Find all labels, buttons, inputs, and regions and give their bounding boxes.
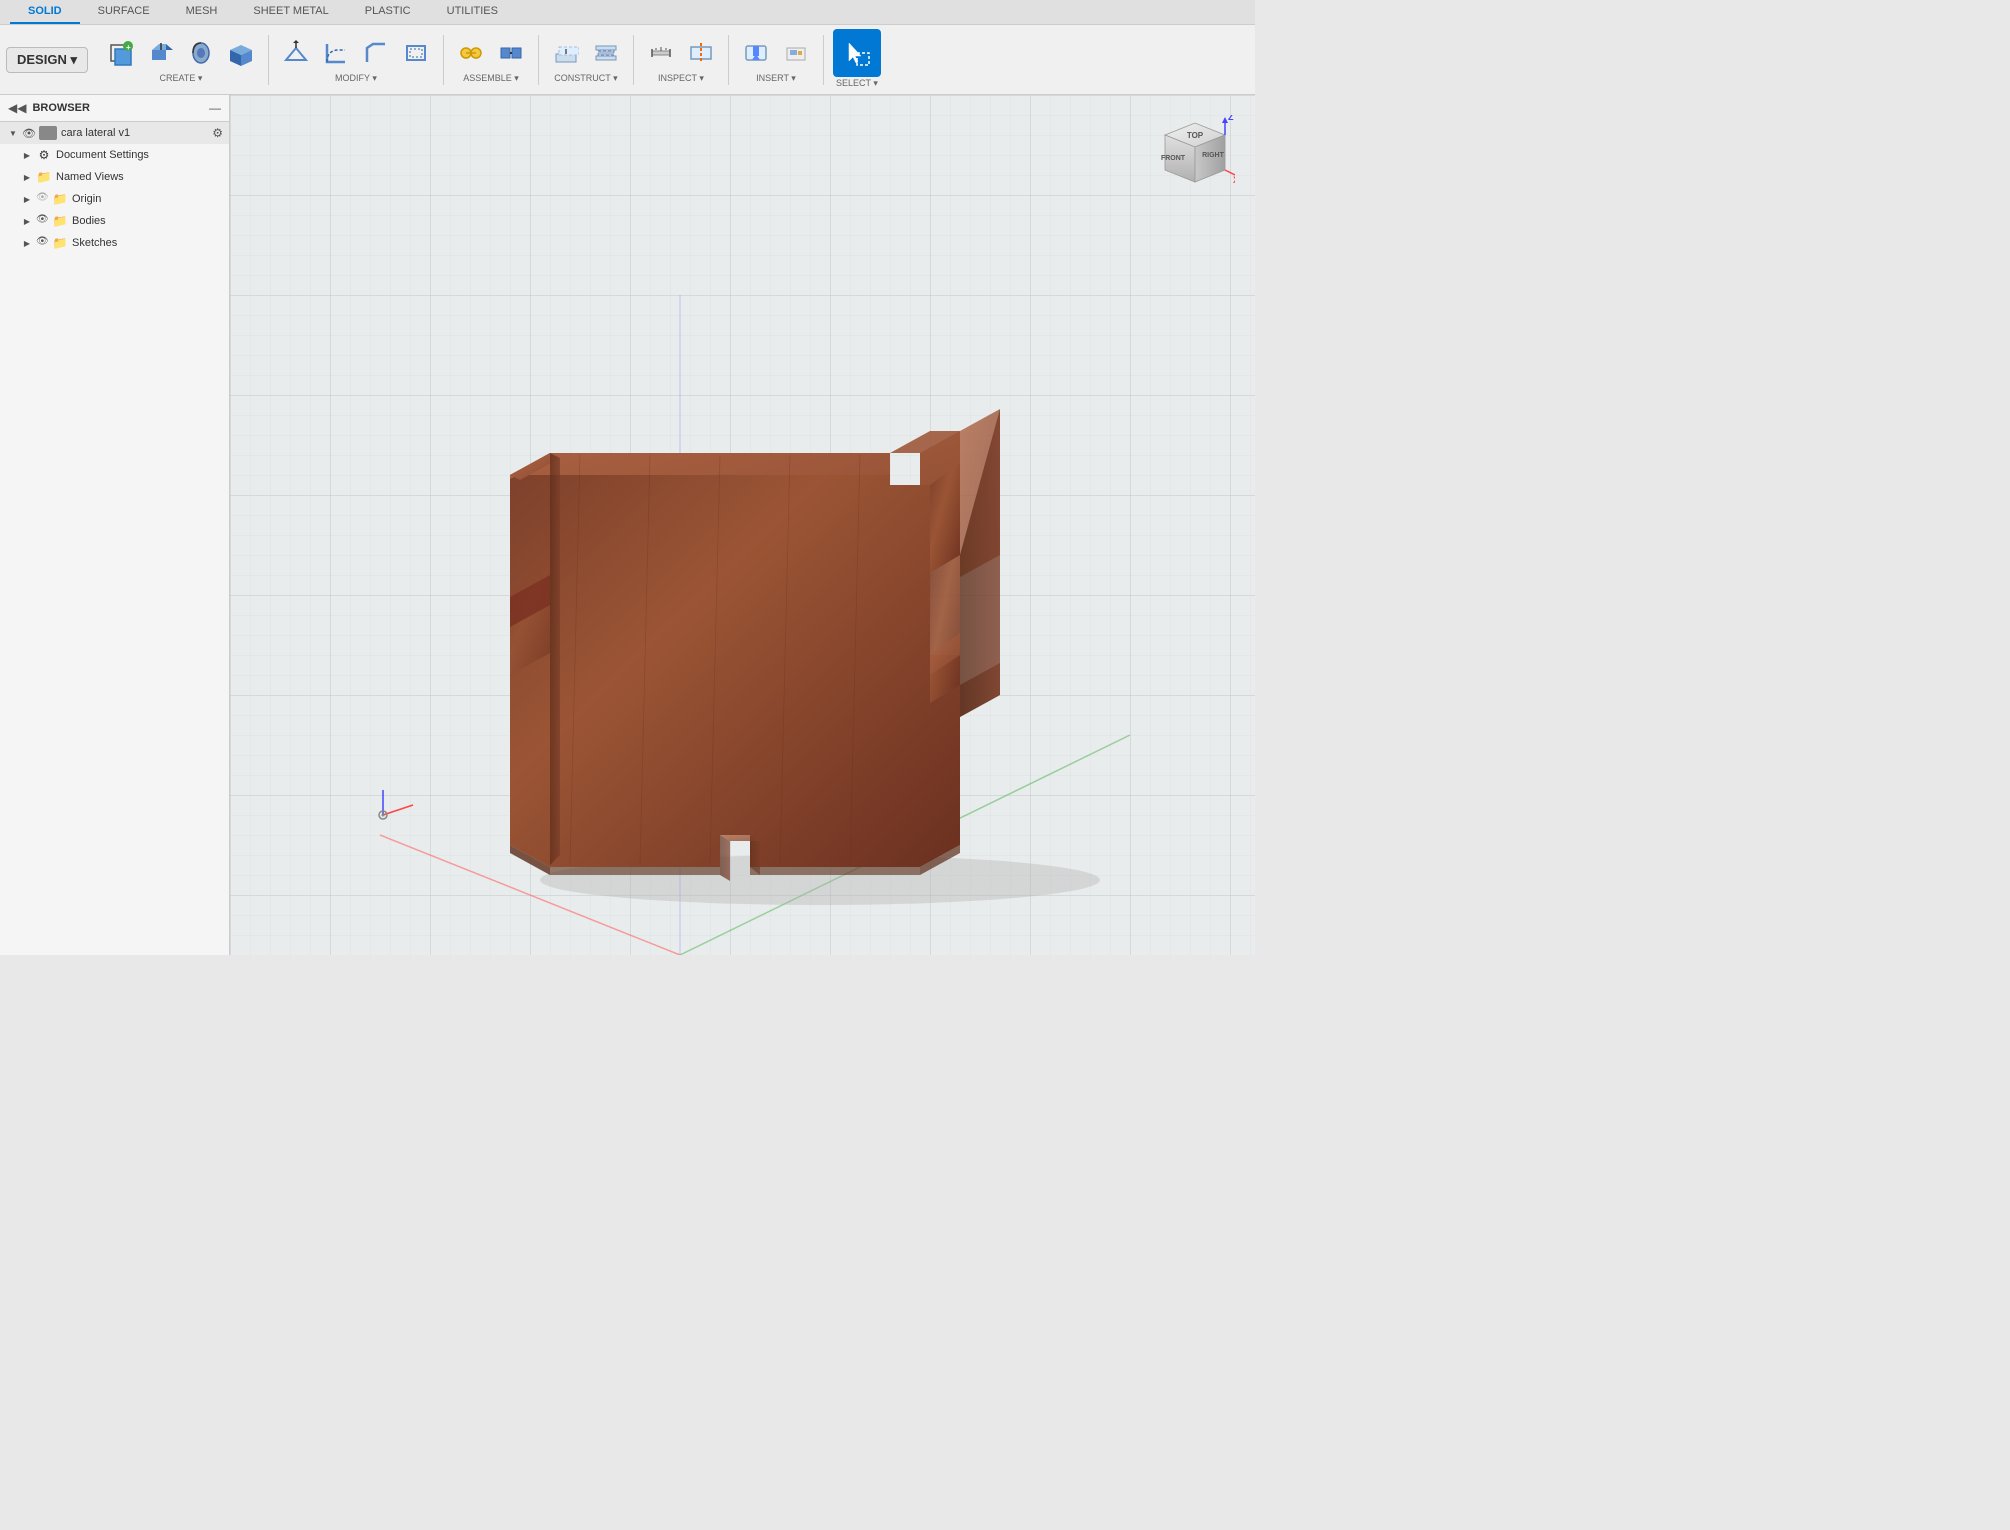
tree-root-item[interactable]: ▼ 👁 cara lateral v1 ⚙ <box>0 122 229 144</box>
bodies-eye-icon[interactable]: 👁 <box>36 214 50 228</box>
separator-6 <box>823 35 824 85</box>
tab-sheet-metal[interactable]: SHEET METAL <box>235 0 346 24</box>
new-component-button[interactable]: + <box>102 34 140 72</box>
modify-label[interactable]: MODIFY ▾ <box>331 72 381 85</box>
svg-text:Z: Z <box>1228 115 1234 122</box>
design-button[interactable]: DESIGN ▾ <box>6 47 88 73</box>
select-group: SELECT ▾ <box>832 29 882 90</box>
decal-button[interactable] <box>777 34 815 72</box>
tree-item-sketches[interactable]: ▶ 👁 📁 Sketches <box>0 232 229 254</box>
create-label[interactable]: CREATE ▾ <box>156 72 207 85</box>
root-cog-icon[interactable]: ⚙ <box>212 126 223 140</box>
root-label: cara lateral v1 <box>61 127 208 139</box>
separator-4 <box>633 35 634 85</box>
press-pull-button[interactable] <box>277 34 315 72</box>
assemble-group: ASSEMBLE ▾ <box>452 34 530 85</box>
browser-collapse-arrows[interactable]: ◀◀ <box>8 101 26 115</box>
revolve-button[interactable] <box>182 34 220 72</box>
doc-settings-arrow[interactable]: ▶ <box>20 148 34 162</box>
tab-surface[interactable]: SURFACE <box>80 0 168 24</box>
sketches-eye-icon[interactable]: 👁 <box>36 236 50 250</box>
measure-button[interactable] <box>642 34 680 72</box>
tab-utilities[interactable]: UTILITIES <box>429 0 516 24</box>
insert-button[interactable] <box>737 34 775 72</box>
sketches-arrow[interactable]: ▶ <box>20 236 34 250</box>
tree-item-bodies[interactable]: ▶ 👁 📁 Bodies <box>0 210 229 232</box>
chamfer-button[interactable] <box>357 34 395 72</box>
browser-pin-button[interactable]: — <box>209 101 221 115</box>
insert-group: INSERT ▾ <box>737 34 815 85</box>
modify-group: MODIFY ▾ <box>277 34 435 85</box>
origin-label: Origin <box>72 193 101 205</box>
offset-plane-button[interactable] <box>547 34 585 72</box>
doc-settings-label: Document Settings <box>56 149 149 161</box>
tree-item-named-views[interactable]: ▶ 📁 Named Views <box>0 166 229 188</box>
settings-icon: ⚙ <box>36 147 52 163</box>
named-views-arrow[interactable]: ▶ <box>20 170 34 184</box>
rigid-group-button[interactable] <box>492 34 530 72</box>
viewcube[interactable]: TOP FRONT RIGHT Z X <box>1135 115 1235 215</box>
3d-viewport[interactable]: TOP FRONT RIGHT Z X <box>230 95 1255 955</box>
origin-folder-icon: 📁 <box>52 191 68 207</box>
svg-text:TOP: TOP <box>1187 131 1204 140</box>
assemble-label[interactable]: ASSEMBLE ▾ <box>459 72 523 85</box>
tree-item-origin[interactable]: ▶ 👁 📁 Origin <box>0 188 229 210</box>
insert-label[interactable]: INSERT ▾ <box>752 72 800 85</box>
construct-label[interactable]: CONSTRUCT ▾ <box>550 72 621 85</box>
sketches-label: Sketches <box>72 237 117 249</box>
fillet-button[interactable] <box>317 34 355 72</box>
bodies-label: Bodies <box>72 215 106 227</box>
inspect-label[interactable]: INSPECT ▾ <box>654 72 708 85</box>
midplane-button[interactable] <box>587 34 625 72</box>
separator-1 <box>268 35 269 85</box>
svg-text:+: + <box>126 43 131 52</box>
select-label[interactable]: SELECT ▾ <box>832 77 882 90</box>
sketches-folder-icon: 📁 <box>52 235 68 251</box>
bodies-folder-icon: 📁 <box>52 213 68 229</box>
origin-arrow[interactable]: ▶ <box>20 192 34 206</box>
joint-button[interactable] <box>452 34 490 72</box>
svg-text:RIGHT: RIGHT <box>1202 152 1225 159</box>
section-analysis-button[interactable] <box>682 34 720 72</box>
root-expand-arrow[interactable]: ▼ <box>6 126 20 140</box>
tab-mesh[interactable]: MESH <box>168 0 236 24</box>
separator-2 <box>443 35 444 85</box>
shell-button[interactable] <box>397 34 435 72</box>
create-group: + <box>102 34 260 85</box>
browser-title: BROWSER <box>32 102 203 114</box>
svg-text:X: X <box>1233 175 1235 185</box>
separator-5 <box>728 35 729 85</box>
extrude-button[interactable] <box>142 34 180 72</box>
tab-solid[interactable]: SOLID <box>10 0 80 24</box>
tree-item-document-settings[interactable]: ▶ ⚙ Document Settings <box>0 144 229 166</box>
inspect-group: INSPECT ▾ <box>642 34 720 85</box>
origin-eye-icon[interactable]: 👁 <box>36 192 50 206</box>
folder-icon: 📁 <box>36 169 52 185</box>
svg-text:FRONT: FRONT <box>1161 155 1186 162</box>
construct-group: CONSTRUCT ▾ <box>547 34 625 85</box>
separator-3 <box>538 35 539 85</box>
select-button[interactable] <box>833 29 881 77</box>
component-icon <box>39 126 57 140</box>
eye-icon[interactable]: 👁 <box>22 127 36 140</box>
bodies-arrow[interactable]: ▶ <box>20 214 34 228</box>
named-views-label: Named Views <box>56 171 124 183</box>
tab-plastic[interactable]: PLASTIC <box>347 0 429 24</box>
box-button[interactable] <box>222 34 260 72</box>
